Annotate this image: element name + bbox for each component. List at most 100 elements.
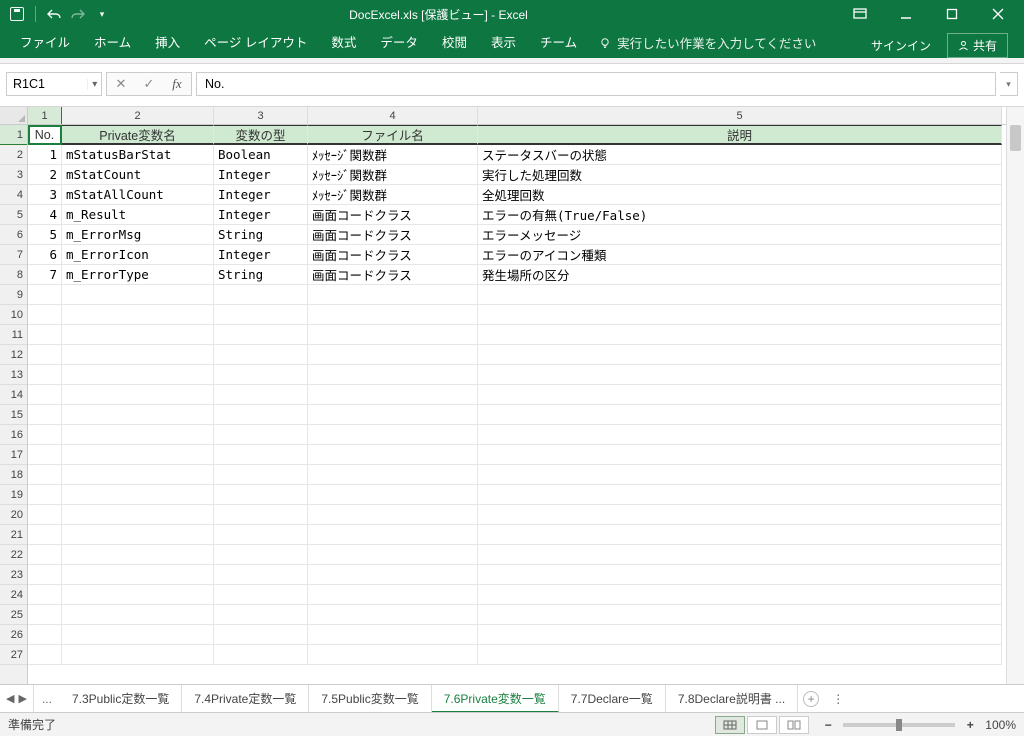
row-header-17[interactable]: 17 [0, 445, 27, 465]
empty-cell[interactable] [28, 425, 62, 445]
cell-desc[interactable]: 全処理回数 [478, 185, 1002, 205]
tab-view[interactable]: 表示 [479, 26, 528, 58]
cell-no[interactable]: 7 [28, 265, 62, 285]
empty-cell[interactable] [214, 645, 308, 665]
empty-cell[interactable] [62, 365, 214, 385]
empty-cell[interactable] [214, 445, 308, 465]
empty-cell[interactable] [308, 465, 478, 485]
cell-desc[interactable]: エラーの有無(True/False) [478, 205, 1002, 225]
empty-cell[interactable] [62, 565, 214, 585]
empty-cell[interactable] [62, 625, 214, 645]
empty-cell[interactable] [62, 425, 214, 445]
cell-file[interactable]: ﾒｯｾｰｼﾞ関数群 [308, 145, 478, 165]
cell-desc[interactable]: エラーのアイコン種類 [478, 245, 1002, 265]
maximize-button[interactable] [938, 4, 966, 24]
row-header-7[interactable]: 7 [0, 245, 27, 265]
empty-cell[interactable] [214, 585, 308, 605]
empty-cell[interactable] [62, 285, 214, 305]
cell-type[interactable]: Integer [214, 205, 308, 225]
empty-cell[interactable] [478, 405, 1002, 425]
cell-name[interactable]: m_Result [62, 205, 214, 225]
empty-cell[interactable] [28, 525, 62, 545]
empty-cell[interactable] [478, 325, 1002, 345]
empty-cell[interactable] [62, 645, 214, 665]
row-header-4[interactable]: 4 [0, 185, 27, 205]
tab-formulas[interactable]: 数式 [319, 26, 368, 58]
empty-cell[interactable] [62, 525, 214, 545]
empty-cell[interactable] [214, 545, 308, 565]
insert-function-button[interactable]: fx [163, 76, 191, 92]
row-header-22[interactable]: 22 [0, 545, 27, 565]
empty-cell[interactable] [308, 405, 478, 425]
tab-data[interactable]: データ [368, 26, 430, 58]
row-header-11[interactable]: 11 [0, 325, 27, 345]
empty-cell[interactable] [308, 645, 478, 665]
row-header-6[interactable]: 6 [0, 225, 27, 245]
empty-cell[interactable] [214, 605, 308, 625]
empty-cell[interactable] [62, 605, 214, 625]
empty-cell[interactable] [478, 485, 1002, 505]
row-header-12[interactable]: 12 [0, 345, 27, 365]
empty-cell[interactable] [308, 565, 478, 585]
page-layout-view-button[interactable] [747, 716, 777, 734]
empty-cell[interactable] [308, 325, 478, 345]
cancel-formula-button[interactable]: ✕ [107, 76, 135, 92]
empty-cell[interactable] [62, 385, 214, 405]
empty-cell[interactable] [28, 645, 62, 665]
empty-cell[interactable] [28, 625, 62, 645]
close-button[interactable] [984, 4, 1012, 24]
empty-cell[interactable] [478, 305, 1002, 325]
empty-cell[interactable] [214, 485, 308, 505]
empty-cell[interactable] [214, 505, 308, 525]
cell-desc[interactable]: 発生場所の区分 [478, 265, 1002, 285]
sheet-tab[interactable]: 7.8Declare説明書 ... [666, 685, 798, 712]
empty-cell[interactable] [28, 605, 62, 625]
sheet-tab[interactable]: 7.6Private変数一覧 [432, 685, 559, 713]
cell-type[interactable]: Boolean [214, 145, 308, 165]
name-box[interactable]: ▾ [6, 72, 102, 96]
zoom-slider[interactable] [843, 723, 955, 727]
cell-no[interactable]: 4 [28, 205, 62, 225]
add-sheet-button[interactable]: + [798, 685, 824, 712]
empty-cell[interactable] [62, 405, 214, 425]
empty-cell[interactable] [478, 605, 1002, 625]
cell-name[interactable]: m_ErrorType [62, 265, 214, 285]
row-header-8[interactable]: 8 [0, 265, 27, 285]
column-header-1[interactable]: 1 [28, 107, 62, 124]
empty-cell[interactable] [214, 425, 308, 445]
tab-page-layout[interactable]: ページ レイアウト [192, 26, 319, 58]
empty-cell[interactable] [28, 345, 62, 365]
empty-cell[interactable] [478, 365, 1002, 385]
empty-cell[interactable] [214, 305, 308, 325]
empty-cell[interactable] [308, 505, 478, 525]
empty-cell[interactable] [214, 465, 308, 485]
sheet-tab-menu-button[interactable]: ⋮ [824, 685, 852, 712]
row-header-14[interactable]: 14 [0, 385, 27, 405]
empty-cell[interactable] [308, 485, 478, 505]
empty-cell[interactable] [28, 365, 62, 385]
header-cell-type[interactable]: 変数の型 [214, 125, 308, 145]
row-header-21[interactable]: 21 [0, 525, 27, 545]
cell-no[interactable]: 6 [28, 245, 62, 265]
empty-cell[interactable] [308, 545, 478, 565]
empty-cell[interactable] [28, 585, 62, 605]
empty-cell[interactable] [478, 505, 1002, 525]
row-header-13[interactable]: 13 [0, 365, 27, 385]
empty-cell[interactable] [478, 465, 1002, 485]
row-header-25[interactable]: 25 [0, 605, 27, 625]
empty-cell[interactable] [214, 345, 308, 365]
empty-cell[interactable] [62, 545, 214, 565]
empty-cell[interactable] [308, 285, 478, 305]
empty-cell[interactable] [214, 285, 308, 305]
sheets-overflow-left[interactable]: ... [34, 685, 60, 712]
empty-cell[interactable] [308, 385, 478, 405]
redo-button[interactable] [69, 5, 87, 23]
empty-cell[interactable] [478, 625, 1002, 645]
empty-cell[interactable] [308, 305, 478, 325]
tell-me-search[interactable]: 実行したい作業を入力してください [589, 27, 826, 58]
cell-type[interactable]: String [214, 225, 308, 245]
empty-cell[interactable] [62, 505, 214, 525]
cell-no[interactable]: 3 [28, 185, 62, 205]
name-box-input[interactable] [7, 77, 87, 91]
cell-file[interactable]: 画面コードクラス [308, 205, 478, 225]
